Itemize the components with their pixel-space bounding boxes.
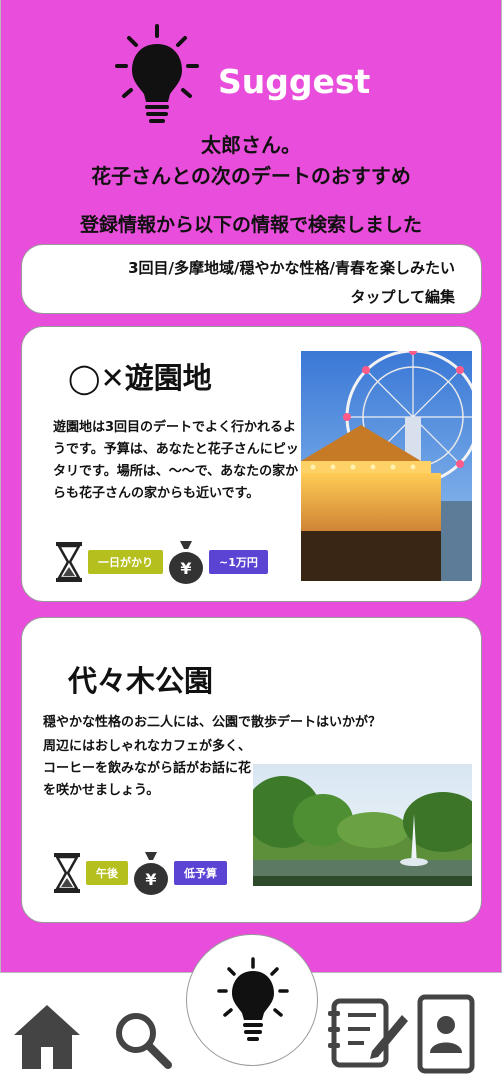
- lightbulb-icon: [217, 957, 289, 1041]
- suggestion-title: 代々木公園: [68, 664, 214, 698]
- suggestion-card-park[interactable]: 代々木公園 穏やかな性格のお二人には、公園で散歩デートはいかが？ 周辺にはおしゃ…: [21, 617, 482, 923]
- budget-badge: ~1万円: [209, 550, 268, 574]
- header: Suggest: [0, 18, 502, 128]
- greeting-line-1: 太郎さん。: [201, 133, 301, 157]
- suggestion-description: 遊園地は3回目のデートでよく行かれるようです。予算は、あなたと花子さんにピッタリ…: [53, 420, 299, 501]
- budget-badge: 低予算: [174, 861, 227, 885]
- greeting-text: 太郎さん。 花子さんとの次のデートのおすすめ: [0, 130, 502, 192]
- greeting-line-2: 花子さんとの次のデートのおすすめ: [91, 164, 411, 188]
- hourglass-icon: [54, 853, 80, 893]
- park-photo: [253, 764, 472, 886]
- suggestion-meta: 一日がかり ¥ ~1万円: [54, 539, 268, 585]
- time-badge: 一日がかり: [88, 550, 163, 574]
- home-icon[interactable]: [12, 1001, 82, 1071]
- search-icon[interactable]: [112, 1009, 172, 1069]
- money-bag-icon: ¥: [169, 541, 203, 584]
- svg-text:¥: ¥: [180, 559, 191, 578]
- time-badge: 午後: [86, 861, 128, 885]
- suggestion-description: 周辺にはおしゃれなカフェが多く、コーヒーを飲みながら話がお話に花を咲かせましょう…: [43, 739, 252, 798]
- search-conditions-text: 3回目/多摩地域/穏やかな性格/青春を楽しみたい: [128, 259, 455, 277]
- suggestion-description-lead: 穏やかな性格のお二人には、公園で散歩デートはいかが？: [43, 715, 382, 730]
- suggestion-card-amusement-park[interactable]: ◯✕遊園地 遊園地は3回目のデートでよく行かれるようです。予算は、あなたと花子さ…: [21, 326, 482, 602]
- amusement-park-photo: [301, 351, 472, 581]
- notes-edit-icon[interactable]: [328, 995, 410, 1069]
- suggestion-title: ◯✕遊園地: [68, 361, 212, 395]
- page-title: Suggest: [218, 62, 371, 101]
- hourglass-icon: [56, 542, 82, 582]
- suggest-nav-button[interactable]: [186, 934, 318, 1066]
- search-caption: 登録情報から以下の情報で検索しました: [79, 214, 422, 236]
- suggestion-meta: 午後 ¥ 低予算: [52, 850, 227, 896]
- search-conditions-box[interactable]: 3回目/多摩地域/穏やかな性格/青春を楽しみたい タップして編集: [21, 244, 482, 314]
- money-bag-icon: ¥: [134, 852, 168, 895]
- svg-text:¥: ¥: [145, 870, 156, 889]
- profile-icon[interactable]: [414, 991, 478, 1075]
- lightbulb-icon: [115, 24, 199, 123]
- edit-conditions-link[interactable]: タップして編集: [42, 286, 455, 307]
